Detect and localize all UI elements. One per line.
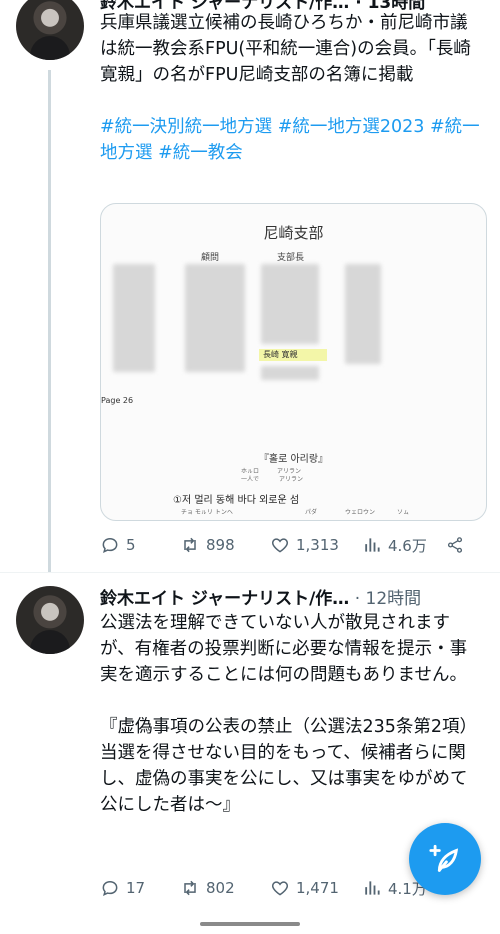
tweet-text: 公選法を理解できていない人が散見されますが、有権者の投票判断に必要な情報を提示・… xyxy=(100,613,478,815)
reply-button[interactable]: 5 xyxy=(100,535,180,555)
blurred-names xyxy=(345,264,381,364)
tweet-body: 公選法を理解できていない人が散見されますが、有権者の投票判断に必要な情報を提示・… xyxy=(100,610,484,818)
retweet-button[interactable]: 898 xyxy=(180,535,270,555)
song-lyric-reading: パダ xyxy=(305,509,318,516)
song-title: 『홀로 아리랑』 xyxy=(258,454,329,465)
avatar[interactable] xyxy=(16,586,84,654)
tweet-text: 兵庫県議選立候補の長崎ひろちか・前尼崎市議は統一教会系FPU(平和統一連合)の会… xyxy=(100,13,471,85)
blurred-names xyxy=(261,264,319,344)
author-name[interactable]: 鈴木エイト ジャーナリスト/作… xyxy=(100,589,349,609)
document-title: 尼崎支部 xyxy=(263,224,324,242)
reply-icon xyxy=(102,880,118,897)
separator-dot: · xyxy=(354,589,361,609)
like-count: 1,313 xyxy=(296,536,339,554)
avatar[interactable] xyxy=(16,0,84,60)
thread-line xyxy=(48,70,51,572)
song-lyric-line: ①저 멀리 동해 바다 외로운 섬 xyxy=(173,495,300,506)
views-icon xyxy=(365,538,380,552)
tweet-1[interactable]: 鈴木エイト ジャーナリスト/作… · 13時間 兵庫県議選立候補の長崎ひろちか・… xyxy=(0,0,500,572)
song-lyric-reading: ウェロウン xyxy=(345,509,376,516)
views-button[interactable]: 4.6万 xyxy=(362,535,446,556)
reply-button[interactable]: 17 xyxy=(100,878,180,898)
home-indicator[interactable] xyxy=(200,922,300,926)
retweet-button[interactable]: 802 xyxy=(180,878,270,898)
share-button[interactable] xyxy=(446,535,470,555)
compose-button[interactable] xyxy=(409,823,481,895)
hashtag-list[interactable]: #統一決別統一地方選 #統一地方選2023 #統一地方選 #統一教会 xyxy=(100,114,484,166)
blurred-names xyxy=(185,264,245,372)
like-icon xyxy=(271,538,289,553)
retweet-count: 898 xyxy=(206,536,235,554)
reply-icon xyxy=(102,537,118,554)
column-header-right: 支部長 xyxy=(277,253,305,263)
reply-count: 5 xyxy=(126,536,136,554)
views-count: 4.6万 xyxy=(388,536,427,555)
retweet-count: 802 xyxy=(206,879,235,897)
like-button[interactable]: 1,471 xyxy=(270,878,362,898)
tweet-actions: 5 898 1,313 4.6万 xyxy=(100,533,470,557)
tweet-body: 兵庫県議選立候補の長崎ひろちか・前尼崎市議は統一教会系FPU(平和統一連合)の会… xyxy=(100,10,484,166)
retweet-icon xyxy=(184,537,196,553)
compose-icon xyxy=(429,844,459,872)
timestamp[interactable]: 12時間 xyxy=(366,589,422,609)
song-lyric-reading: チョ モㇽリ トンヘ xyxy=(181,509,233,516)
blurred-names xyxy=(113,264,155,372)
like-icon xyxy=(271,881,289,896)
like-button[interactable]: 1,313 xyxy=(270,535,362,555)
retweet-icon xyxy=(184,880,196,896)
tweet-header: 鈴木エイト ジャーナリスト/作… · 12時間 xyxy=(100,584,484,610)
page-label: Page 26 xyxy=(101,396,134,405)
like-count: 1,471 xyxy=(296,879,339,897)
song-lyric-reading: ソㇺ xyxy=(397,509,410,516)
tweet-image[interactable]: 尼崎支部 顧問 支部長 長崎 寛親 Page 26 『홀로 아리랑』 ホㇽロ ア… xyxy=(100,203,487,521)
reply-count: 17 xyxy=(126,879,146,897)
share-icon xyxy=(447,537,463,553)
blurred-names xyxy=(261,366,319,380)
song-reading: アリラン xyxy=(279,476,304,483)
column-header-left: 顧問 xyxy=(201,253,220,263)
highlighted-name: 長崎 寛親 xyxy=(259,349,327,361)
views-icon xyxy=(365,881,380,895)
song-reading: 一人で xyxy=(241,476,260,483)
